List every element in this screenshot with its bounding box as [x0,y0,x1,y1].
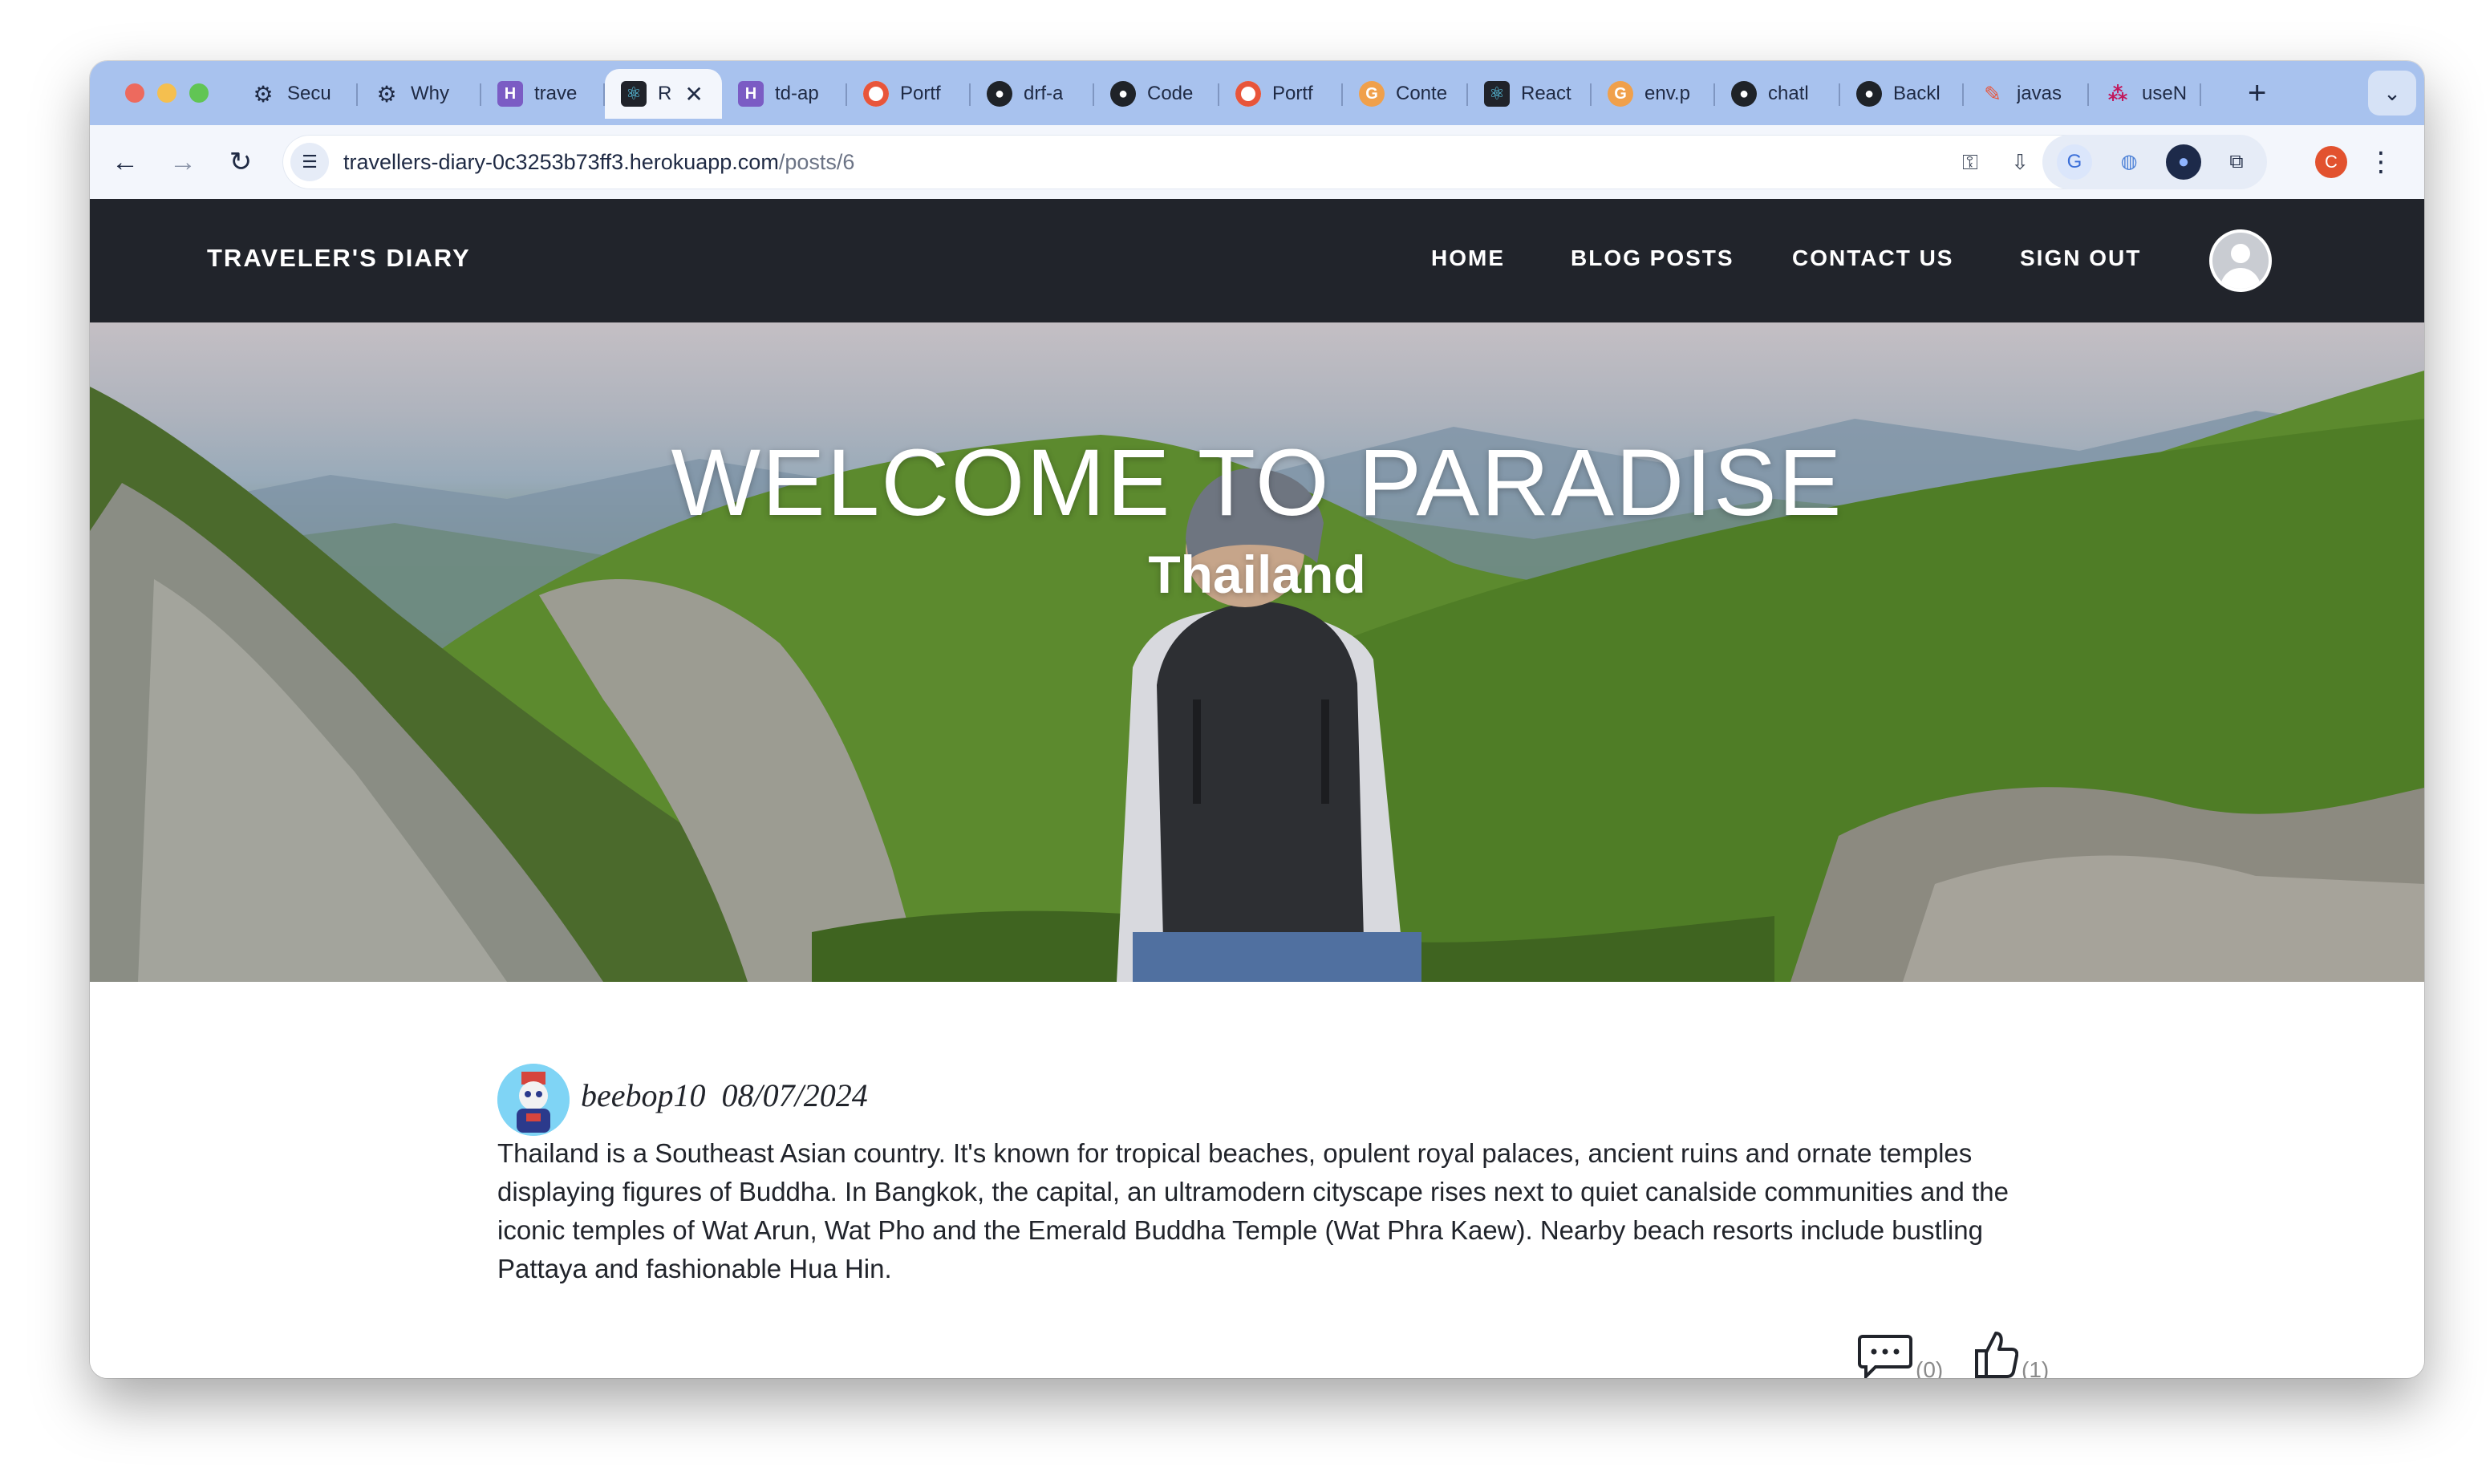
tab[interactable]: ● Code [1094,69,1219,119]
pen-icon: ✎ [1984,81,2001,106]
hero-subtitle: Thailand [1148,545,1366,604]
post-meta: beebop10 08/07/2024 [581,1077,868,1114]
url-text[interactable]: travellers-diary-0c3253b73ff3.herokuapp.… [343,150,854,175]
heroku-icon: H [738,81,764,107]
cartoon-avatar-icon [497,1064,570,1136]
tab[interactable]: Portf [1219,69,1343,119]
nav-home[interactable]: HOME [1431,245,1505,271]
github-icon: ● [987,81,1012,107]
close-window-button[interactable] [125,83,144,103]
forward-arrow-icon[interactable]: → [160,140,205,184]
puzzle-extensions-icon[interactable]: ⧉ [2219,144,2254,180]
openai-icon: ⚙ [376,81,397,107]
tab[interactable]: ⚙ Why [358,69,481,119]
key-icon[interactable]: ⚿ [1953,144,1988,180]
minimize-window-button[interactable] [157,83,176,103]
site-brand[interactable]: TRAVELER'S DIARY [207,244,471,273]
tab[interactable]: ● drf-a [971,69,1094,119]
comments-stat[interactable]: (0) [1858,1328,1943,1378]
site-settings-icon[interactable]: ☰ [290,143,329,181]
install-app-icon[interactable]: ⇩ [2002,144,2038,180]
github-icon: ● [1110,81,1136,107]
tab-active[interactable]: ⚛ R ✕ [605,69,722,119]
tab[interactable]: H td-ap [722,69,847,119]
author-avatar[interactable] [497,1064,570,1136]
dots-icon: ⁂ [2107,83,2128,105]
dark-extension-icon[interactable]: ● [2166,144,2201,180]
hero-title: WELCOME TO PARADISE [671,430,1843,536]
tab[interactable]: ✎ javas [1964,69,2089,119]
tab[interactable]: ● chatl [1715,69,1840,119]
post-date: 08/07/2024 [721,1077,868,1113]
orange-g-icon: G [1359,81,1385,107]
default-user-icon [2212,233,2269,289]
translate-extension-icon[interactable]: G [2057,144,2092,180]
github-icon: ● [1856,81,1882,107]
new-tab-button[interactable]: + [2248,74,2266,112]
tab[interactable]: G env.p [1592,69,1715,119]
tab-strip: ⚙ Secu ⚙ Why H trave ⚛ R ✕ H td-ap Portf… [90,61,2424,125]
reload-icon[interactable]: ↻ [218,140,263,184]
tab-list: ⚙ Secu ⚙ Why H trave ⚛ R ✕ H td-ap Portf… [234,69,2201,119]
likes-stat[interactable]: (1) [1973,1328,2049,1378]
tab[interactable]: ⚛ React [1468,69,1592,119]
back-arrow-icon[interactable]: ← [103,140,148,184]
nav-sign-out[interactable]: SIGN OUT [2020,245,2141,271]
profile-avatar[interactable]: C [2315,146,2347,178]
tab[interactable]: ● Backl [1840,69,1964,119]
tab[interactable]: ⁂ useN [2089,69,2201,119]
nav-contact-us[interactable]: CONTACT US [1792,245,1953,271]
ring-icon [863,81,889,107]
audio-extension-icon[interactable]: ◍ [2111,144,2147,180]
likes-count: (1) [2022,1357,2050,1378]
url-domain: travellers-diary-0c3253b73ff3.herokuapp.… [343,150,779,174]
tab-search-chevron-icon[interactable]: ⌄ [2368,71,2416,116]
tab[interactable]: H trave [481,69,605,119]
react-icon: ⚛ [1484,81,1510,107]
tab[interactable]: ⚙ Secu [234,69,358,119]
github-icon: ● [1731,81,1757,107]
address-bar[interactable]: ☰ travellers-diary-0c3253b73ff3.herokuap… [282,135,2111,189]
post-detail: beebop10 08/07/2024 Thailand is a Southea… [90,982,2424,1378]
maximize-window-button[interactable] [189,83,209,103]
comments-count: (0) [1916,1357,1944,1378]
user-avatar-button[interactable] [2209,229,2272,292]
comment-bubble-icon [1858,1335,1912,1378]
tab[interactable]: Portf [847,69,971,119]
hero-banner: WELCOME TO PARADISE Thailand [90,322,2424,982]
site-navbar: TRAVELER'S DIARY HOME BLOG POSTS CONTACT… [90,199,2424,322]
post-content: Thailand is a Southeast Asian country. I… [497,1138,2009,1283]
openai-icon: ⚙ [253,81,274,107]
hero-landscape-image [90,371,2424,982]
browser-menu-icon[interactable]: ⋮ [2365,140,2397,184]
url-path: /posts/6 [778,150,855,174]
close-tab-icon[interactable]: ✕ [684,81,703,107]
heroku-icon: H [497,81,523,107]
extensions-group: G ◍ ● ⧉ [2042,135,2267,189]
nav-blog-posts[interactable]: BLOG POSTS [1571,245,1734,271]
thumbs-up-icon [1975,1332,2018,1378]
ring-icon [1235,81,1261,107]
browser-window: ⚙ Secu ⚙ Why H trave ⚛ R ✕ H td-ap Portf… [90,61,2424,1378]
browser-toolbar: ← → ↻ ☰ travellers-diary-0c3253b73ff3.he… [90,125,2424,199]
orange-g-icon: G [1608,81,1633,107]
post-author[interactable]: beebop10 [581,1077,706,1113]
tab[interactable]: G Conte [1343,69,1468,119]
react-icon: ⚛ [621,81,647,107]
